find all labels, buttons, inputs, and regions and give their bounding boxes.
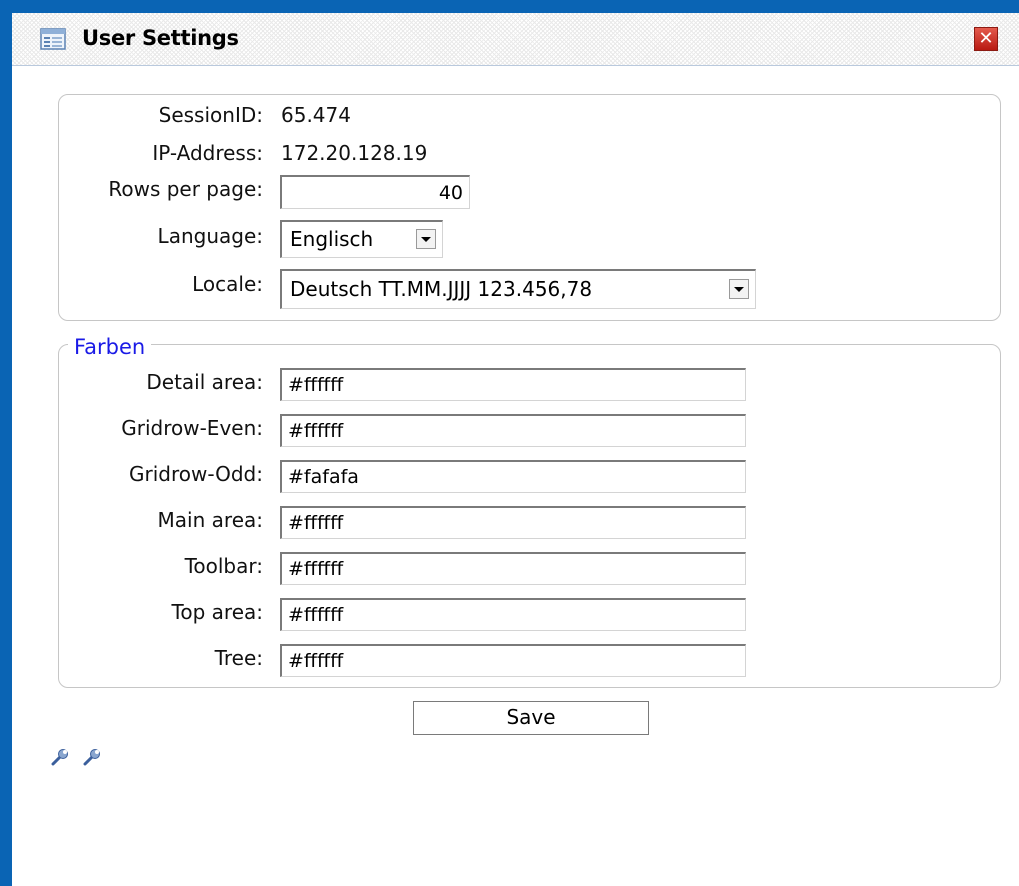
- color-input-tree[interactable]: #ffffff: [280, 644, 746, 677]
- wrench-icon[interactable]: [50, 747, 70, 767]
- locale-label: Locale:: [192, 272, 263, 296]
- color-label-main-area: Main area:: [157, 508, 263, 532]
- settings-window-icon: [40, 28, 66, 50]
- language-selected-value: Englisch: [290, 227, 374, 251]
- color-input-detail-area[interactable]: #ffffff: [280, 368, 746, 401]
- color-label-toolbar: Toolbar:: [184, 554, 263, 578]
- language-select[interactable]: Englisch: [280, 220, 443, 258]
- chevron-down-icon[interactable]: [416, 229, 436, 249]
- save-button[interactable]: Save: [413, 701, 649, 735]
- ip-address-value: 172.20.128.19: [281, 141, 428, 165]
- rows-per-page-label: Rows per page:: [108, 177, 263, 201]
- color-input-gridrow-odd[interactable]: #fafafa: [280, 460, 746, 493]
- color-input-main-area[interactable]: #ffffff: [280, 506, 746, 539]
- ip-address-label: IP-Address:: [152, 141, 263, 165]
- rows-per-page-input[interactable]: 40: [280, 175, 470, 209]
- session-id-value: 65.474: [281, 103, 351, 127]
- language-label: Language:: [157, 224, 263, 248]
- locale-selected-value: Deutsch TT.MM.JJJJ 123.456,78: [290, 277, 593, 301]
- color-label-top-area: Top area:: [171, 600, 263, 624]
- color-label-detail-area: Detail area:: [146, 370, 263, 394]
- color-label-gridrow-even: Gridrow-Even:: [121, 416, 263, 440]
- color-input-gridrow-even[interactable]: #ffffff: [280, 414, 746, 447]
- color-input-top-area[interactable]: #ffffff: [280, 598, 746, 631]
- locale-select[interactable]: Deutsch TT.MM.JJJJ 123.456,78: [280, 269, 756, 309]
- color-input-toolbar[interactable]: #ffffff: [280, 552, 746, 585]
- session-id-label: SessionID:: [158, 103, 263, 127]
- colors-legend: Farben: [68, 335, 152, 359]
- chevron-down-icon[interactable]: [729, 279, 749, 299]
- user-settings-window: User Settings ✕ SessionID: 65.474 IP-Add…: [12, 13, 1019, 886]
- color-label-gridrow-odd: Gridrow-Odd:: [129, 462, 263, 486]
- title-bar[interactable]: User Settings ✕: [12, 13, 1019, 66]
- close-icon: ✕: [978, 28, 994, 49]
- close-button[interactable]: ✕: [974, 27, 998, 51]
- window-title: User Settings: [82, 26, 239, 50]
- color-label-tree: Tree:: [214, 646, 263, 670]
- wrench-icon[interactable]: [82, 747, 102, 767]
